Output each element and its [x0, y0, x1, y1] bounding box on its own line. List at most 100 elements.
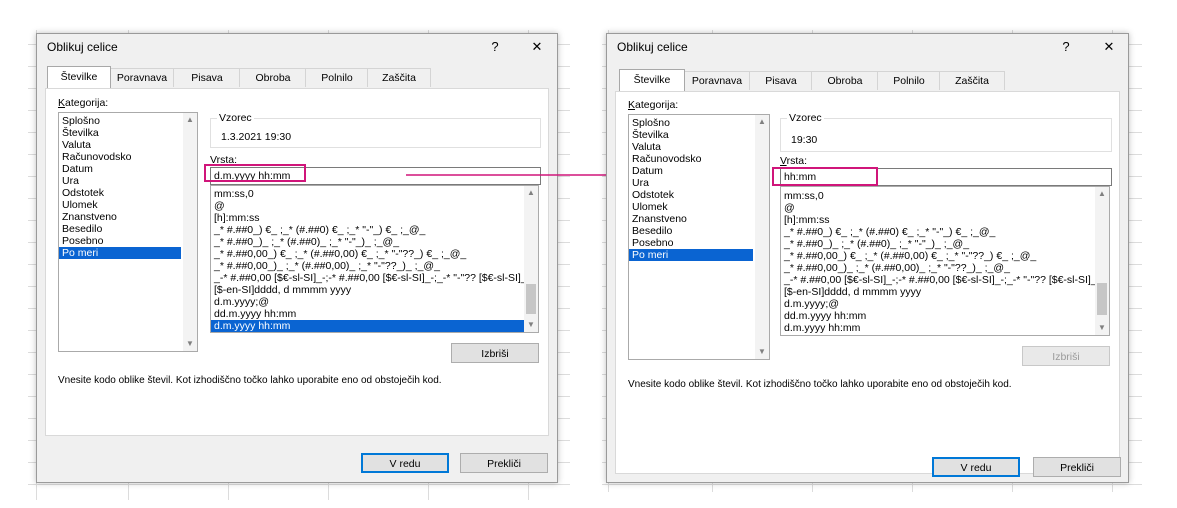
chevron-down-icon[interactable]: ▼: [183, 337, 197, 351]
chevron-up-icon[interactable]: ▲: [183, 113, 197, 127]
ok-button[interactable]: V redu: [361, 453, 449, 473]
category-label: Kategorija:: [58, 97, 109, 109]
category-item[interactable]: Odstotek: [629, 189, 769, 201]
format-code-item[interactable]: _-* #.##0,00 [$€-sl-SI]_-;-* #.##0,00 [$…: [781, 274, 1109, 286]
category-item[interactable]: Ura: [59, 175, 197, 187]
tab-pisava[interactable]: Pisava: [173, 68, 241, 87]
sample-label: Vzorec: [217, 112, 254, 124]
format-code-item[interactable]: _* #.##0,00_) €_ ;_* (#.##0,00) €_ ;_* "…: [781, 250, 1109, 262]
category-item[interactable]: Besedilo: [629, 225, 769, 237]
tab-polnilo[interactable]: Polnilo: [305, 68, 369, 87]
sample-box: Vzorec 1.3.2021 19:30: [210, 112, 541, 148]
category-item[interactable]: Valuta: [59, 139, 197, 151]
format-code-list[interactable]: mm:ss,0 @ [h]:mm:ss _* #.##0_) €_ ;_* (#…: [780, 186, 1110, 336]
chevron-down-icon[interactable]: ▼: [1095, 321, 1109, 335]
category-item[interactable]: Ura: [629, 177, 769, 189]
chevron-down-icon[interactable]: ▼: [524, 318, 538, 332]
tab-panel-stevilke: Kategorija: Splošno Številka Valuta Raču…: [615, 91, 1121, 477]
format-code-item[interactable]: @: [781, 202, 1109, 214]
format-code-item[interactable]: dd.m.yyyy hh:mm: [781, 310, 1109, 322]
category-label: Kategorija:: [628, 99, 679, 111]
format-code-scrollbar[interactable]: ▲ ▼: [1095, 187, 1109, 335]
category-item[interactable]: Splošno: [629, 117, 769, 129]
sample-label: Vzorec: [787, 112, 824, 124]
format-code-item[interactable]: _* #.##0_)_ ;_* (#.##0)_ ;_* "-"_)_ ;_@_: [211, 236, 538, 248]
sample-box: Vzorec 19:30: [780, 112, 1112, 152]
category-item[interactable]: Odstotek: [59, 187, 197, 199]
tab-obroba[interactable]: Obroba: [811, 71, 879, 90]
tab-zascita[interactable]: Zaščita: [939, 71, 1005, 90]
format-code-scrollbar[interactable]: ▲ ▼: [524, 186, 538, 332]
format-code-list[interactable]: mm:ss,0 @ [h]:mm:ss _* #.##0_) €_ ;_* (#…: [210, 185, 539, 333]
category-list[interactable]: Splošno Številka Valuta Računovodsko Dat…: [628, 114, 770, 360]
category-item[interactable]: Znanstveno: [629, 213, 769, 225]
format-cells-dialog-left: Oblikuj celice ? ✕ Številke Poravnava Pi…: [36, 33, 558, 483]
tab-zascita[interactable]: Zaščita: [367, 68, 431, 87]
tab-pisava[interactable]: Pisava: [749, 71, 813, 90]
category-item[interactable]: Besedilo: [59, 223, 197, 235]
category-item[interactable]: Računovodsko: [629, 153, 769, 165]
category-item[interactable]: Znanstveno: [59, 211, 197, 223]
category-item[interactable]: Ulomek: [629, 201, 769, 213]
tab-poravnava[interactable]: Poravnava: [683, 71, 751, 90]
format-code-item[interactable]: @: [211, 200, 538, 212]
scroll-thumb[interactable]: [1097, 283, 1107, 315]
format-code-item[interactable]: mm:ss,0: [211, 188, 538, 200]
close-icon[interactable]: ✕: [523, 36, 551, 58]
chevron-up-icon[interactable]: ▲: [755, 115, 769, 129]
format-code-item[interactable]: _* #.##0,00_)_ ;_* (#.##0,00)_ ;_* "-"??…: [781, 262, 1109, 274]
category-scrollbar[interactable]: ▲ ▼: [183, 113, 197, 351]
category-item[interactable]: Posebno: [629, 237, 769, 249]
cancel-button[interactable]: Prekliči: [460, 453, 548, 473]
delete-button[interactable]: Izbriši: [451, 343, 539, 363]
category-item-selected[interactable]: Po meri: [59, 247, 181, 259]
tab-stevilke[interactable]: Številke: [619, 69, 685, 91]
delete-button[interactable]: Izbriši: [1022, 346, 1110, 366]
format-code-item[interactable]: d.m.yyyy;@: [211, 296, 538, 308]
category-item[interactable]: Valuta: [629, 141, 769, 153]
category-item[interactable]: Splošno: [59, 115, 197, 127]
close-icon[interactable]: ✕: [1095, 36, 1123, 58]
chevron-down-icon[interactable]: ▼: [755, 345, 769, 359]
chevron-up-icon[interactable]: ▲: [524, 186, 538, 200]
type-value-highlight: [204, 164, 306, 182]
sample-value: 19:30: [791, 134, 818, 146]
chevron-up-icon[interactable]: ▲: [1095, 187, 1109, 201]
ok-button[interactable]: V redu: [932, 457, 1020, 477]
scroll-thumb[interactable]: [526, 284, 536, 314]
format-code-item-selected[interactable]: d.m.yyyy hh:mm: [211, 320, 538, 332]
category-item[interactable]: Ulomek: [59, 199, 197, 211]
tab-stevilke[interactable]: Številke: [47, 66, 111, 88]
help-icon[interactable]: ?: [1052, 36, 1080, 58]
cancel-button[interactable]: Prekliči: [1033, 457, 1121, 477]
format-code-item[interactable]: _* #.##0,00_)_ ;_* (#.##0,00)_ ;_* "-"??…: [211, 260, 538, 272]
tab-panel-stevilke: Kategorija: Splošno Številka Valuta Raču…: [45, 88, 549, 436]
tab-polnilo[interactable]: Polnilo: [877, 71, 941, 90]
format-code-item[interactable]: mm:ss,0: [781, 190, 1109, 202]
format-code-item[interactable]: _* #.##0_) €_ ;_* (#.##0) €_ ;_* "-"_) €…: [211, 224, 538, 236]
format-code-item[interactable]: [h]:mm:ss: [781, 214, 1109, 226]
category-item[interactable]: Številka: [629, 129, 769, 141]
category-item-selected[interactable]: Po meri: [629, 249, 753, 261]
format-code-item[interactable]: [$-en-SI]dddd, d mmmm yyyy: [781, 286, 1109, 298]
category-item[interactable]: Računovodsko: [59, 151, 197, 163]
format-code-item[interactable]: [h]:mm:ss: [211, 212, 538, 224]
format-code-item[interactable]: dd.m.yyyy hh:mm: [211, 308, 538, 320]
format-code-item[interactable]: _* #.##0,00_) €_ ;_* (#.##0,00) €_ ;_* "…: [211, 248, 538, 260]
category-item[interactable]: Posebno: [59, 235, 197, 247]
category-list[interactable]: Splošno Številka Valuta Računovodsko Dat…: [58, 112, 198, 352]
help-icon[interactable]: ?: [481, 36, 509, 58]
tab-poravnava[interactable]: Poravnava: [109, 68, 175, 87]
category-item[interactable]: Datum: [629, 165, 769, 177]
format-code-item[interactable]: _* #.##0_) €_ ;_* (#.##0) €_ ;_* "-"_) €…: [781, 226, 1109, 238]
dialog-title: Oblikuj celice: [47, 40, 118, 54]
format-code-item[interactable]: d.m.yyyy;@: [781, 298, 1109, 310]
format-code-item[interactable]: [$-en-SI]dddd, d mmmm yyyy: [211, 284, 538, 296]
tab-obroba[interactable]: Obroba: [239, 68, 307, 87]
format-code-item[interactable]: _* #.##0_)_ ;_* (#.##0)_ ;_* "-"_)_ ;_@_: [781, 238, 1109, 250]
format-code-item[interactable]: d.m.yyyy hh:mm: [781, 322, 1109, 334]
category-scrollbar[interactable]: ▲ ▼: [755, 115, 769, 359]
format-code-item[interactable]: _-* #.##0,00 [$€-sl-SI]_-;-* #.##0,00 [$…: [211, 272, 538, 284]
category-item[interactable]: Datum: [59, 163, 197, 175]
category-item[interactable]: Številka: [59, 127, 197, 139]
